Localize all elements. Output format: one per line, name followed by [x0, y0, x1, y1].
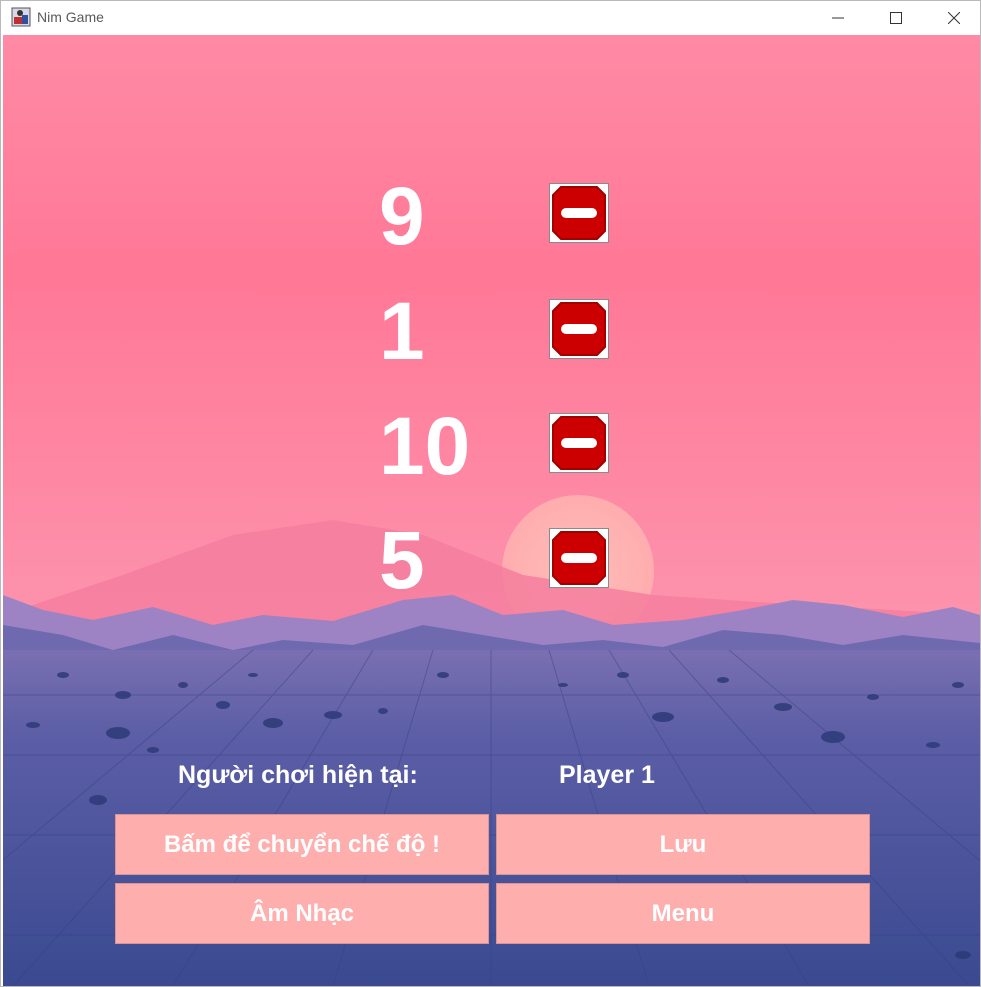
maximize-button[interactable]: [867, 1, 925, 35]
current-player-name: Player 1: [559, 761, 655, 789]
pile-4-count: 5: [379, 515, 425, 606]
minimize-icon: [832, 17, 844, 19]
pile-3-remove-button[interactable]: [549, 413, 609, 473]
maximize-icon: [890, 12, 902, 24]
pile-2-count: 1: [379, 286, 425, 377]
save-button[interactable]: Lưu: [496, 814, 870, 875]
pile-1-count: 9: [379, 171, 425, 262]
switch-mode-button[interactable]: Bấm để chuyển chế độ !: [115, 814, 489, 875]
close-button[interactable]: [925, 1, 980, 35]
minimize-button[interactable]: [809, 1, 867, 35]
pile-4-remove-button[interactable]: [549, 528, 609, 588]
window-title: Nim Game: [37, 9, 104, 25]
current-player-label: Người chơi hiện tại:: [178, 761, 418, 789]
menu-button[interactable]: Menu: [496, 883, 870, 944]
minus-circle-icon: [552, 416, 606, 470]
title-bar[interactable]: Nim Game: [1, 1, 980, 35]
pile-1-remove-button[interactable]: [549, 183, 609, 243]
music-button[interactable]: Âm Nhạc: [115, 883, 489, 944]
app-icon: [11, 7, 31, 27]
minus-circle-icon: [552, 302, 606, 356]
game-panel: 9 1 10 5 Người chơi hiện tại: Player 1 B…: [3, 35, 980, 986]
minus-circle-icon: [552, 186, 606, 240]
app-window: Nim Game 9 1 10 5 Người chơi hiện tại: P…: [0, 0, 981, 987]
minus-circle-icon: [552, 531, 606, 585]
pile-2-remove-button[interactable]: [549, 299, 609, 359]
close-icon: [948, 12, 960, 24]
pile-3-count: 10: [379, 401, 471, 492]
